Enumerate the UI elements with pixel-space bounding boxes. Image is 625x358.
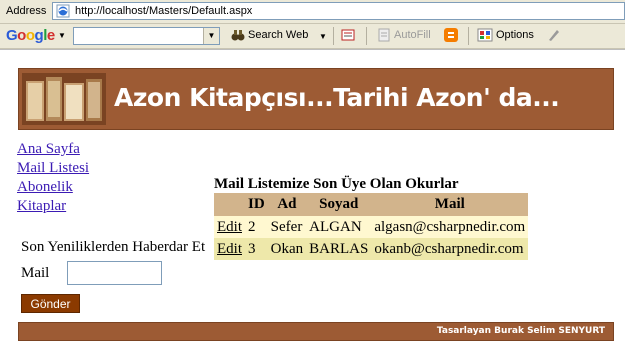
menu-item-mail-listesi[interactable]: Mail Listesi [17,159,89,178]
blogger-icon[interactable] [443,27,459,43]
cell-id: 2 [245,216,268,238]
mail-label: Mail [21,265,50,281]
page-icon [56,4,70,18]
dropdown-arrow-icon[interactable]: ▼ [203,28,219,44]
address-bar: Address http://localhost/Masters/Default… [0,0,625,24]
options-button[interactable]: Options [496,29,534,41]
address-label: Address [6,5,47,17]
cell-ad: Okan [267,238,307,260]
menu-item-ana-sayfa[interactable]: Ana Sayfa [17,140,89,159]
address-input[interactable]: http://localhost/Masters/Default.aspx [52,2,625,20]
menu-item-kitaplar[interactable]: Kitaplar [17,197,89,216]
cell-ad: Sefer [267,216,307,238]
members-table: ID Ad Soyad Mail Edit 2 Sefer ALGAN alga… [214,193,529,260]
side-menu: Ana Sayfa Mail Listesi Abonelik Kitaplar [17,140,89,216]
toolbar-separator [366,27,367,45]
news-icon[interactable] [340,27,356,43]
cell-mail: algasn@csharpnedir.com [371,216,529,238]
header-soyad: Soyad [306,193,372,216]
toolbar-separator [468,27,469,45]
site-footer: Tasarlayan Burak Selim SENYURT [18,322,614,341]
toolbar-separator [333,27,334,45]
autofill-icon [378,28,390,42]
google-toolbar: Google ▼ ▼ Search Web ▼ AutoFill Options [0,24,625,49]
menu-item-abonelik[interactable]: Abonelik [17,178,89,197]
url-text: http://localhost/Masters/Default.aspx [75,5,253,17]
binoculars-icon [231,30,245,41]
search-web-button[interactable]: Search Web [248,29,308,41]
table-header-row: ID Ad Soyad Mail [214,193,529,216]
header-mail: Mail [371,193,529,216]
books-logo [22,73,106,125]
header-id: ID [245,193,268,216]
table-caption: Mail Listemize Son Üye Olan Okurlar [214,176,459,192]
autofill-button[interactable]: AutoFill [394,29,431,41]
mail-input[interactable] [67,261,162,285]
footer-credit: Tasarlayan Burak Selim SENYURT [436,326,605,336]
cell-id: 3 [245,238,268,260]
site-banner: Azon Kitapçısı...Tarihi Azon' da... [18,68,614,130]
header-edit [214,193,245,216]
options-icon [477,28,493,42]
edit-link[interactable]: Edit [217,219,242,235]
google-logo[interactable]: Google [6,27,55,44]
cell-mail: okanb@csharpnedir.com [371,238,529,260]
header-ad: Ad [267,193,307,216]
banner-title: Azon Kitapçısı...Tarihi Azon' da... [114,83,560,112]
send-button[interactable]: Gönder [21,294,80,313]
table-row: Edit 2 Sefer ALGAN algasn@csharpnedir.co… [214,216,529,238]
cell-soyad: BARLAS [306,238,372,260]
table-row: Edit 3 Okan BARLAS okanb@csharpnedir.com [214,238,529,260]
edit-link[interactable]: Edit [217,241,242,257]
cell-soyad: ALGAN [306,216,372,238]
pencil-icon[interactable] [546,27,562,43]
newsletter-label: Son Yeniliklerden Haberdar Et [21,239,206,255]
google-search-input[interactable]: ▼ [73,27,220,45]
chevron-down-icon[interactable]: ▼ [319,32,327,41]
chevron-down-icon[interactable]: ▼ [58,31,66,40]
